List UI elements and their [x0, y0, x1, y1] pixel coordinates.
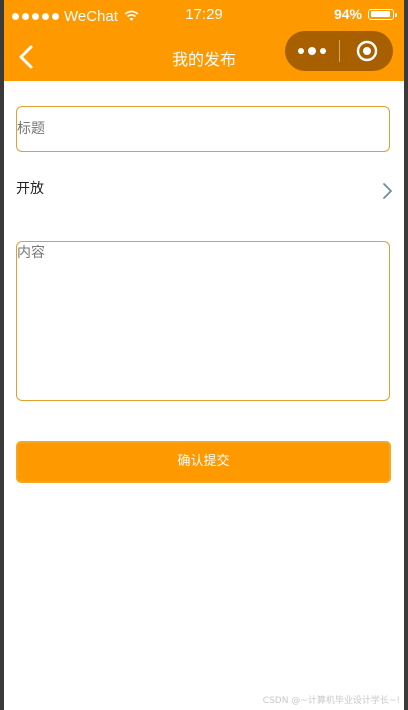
- menu-capsule: [285, 31, 393, 71]
- status-bar: WeChat 17:29 94%: [4, 0, 404, 32]
- content-textarea[interactable]: [17, 242, 389, 400]
- close-button[interactable]: [340, 31, 393, 71]
- visibility-value: 开放: [16, 181, 44, 197]
- target-circle-icon: [356, 40, 377, 62]
- more-button[interactable]: [285, 31, 339, 71]
- more-dots-icon: [320, 48, 326, 54]
- battery-fill: [370, 11, 390, 17]
- watermark: CSDN @~计算机毕业设计学长~!: [262, 696, 400, 706]
- phone-screen: WeChat 17:29 94% 我的发布 标题 开放 内容 确认提交 CSDN…: [4, 0, 404, 710]
- title-field-box: [16, 106, 390, 152]
- chevron-left-icon: [19, 45, 33, 69]
- battery-percent: 94%: [333, 6, 362, 22]
- battery-icon: [368, 8, 397, 20]
- visibility-picker[interactable]: 开放: [16, 172, 392, 208]
- more-dots-icon: [298, 48, 304, 54]
- battery-tip: [395, 12, 397, 17]
- more-dots-icon: [308, 47, 316, 55]
- navigation-bar: 我的发布: [4, 31, 404, 81]
- battery-status: 94%: [333, 6, 397, 22]
- back-button[interactable]: [12, 41, 44, 73]
- chevron-right-icon: [383, 183, 392, 199]
- submit-button[interactable]: 确认提交: [16, 441, 391, 483]
- content-field-box: [16, 241, 390, 401]
- title-input[interactable]: [17, 107, 389, 151]
